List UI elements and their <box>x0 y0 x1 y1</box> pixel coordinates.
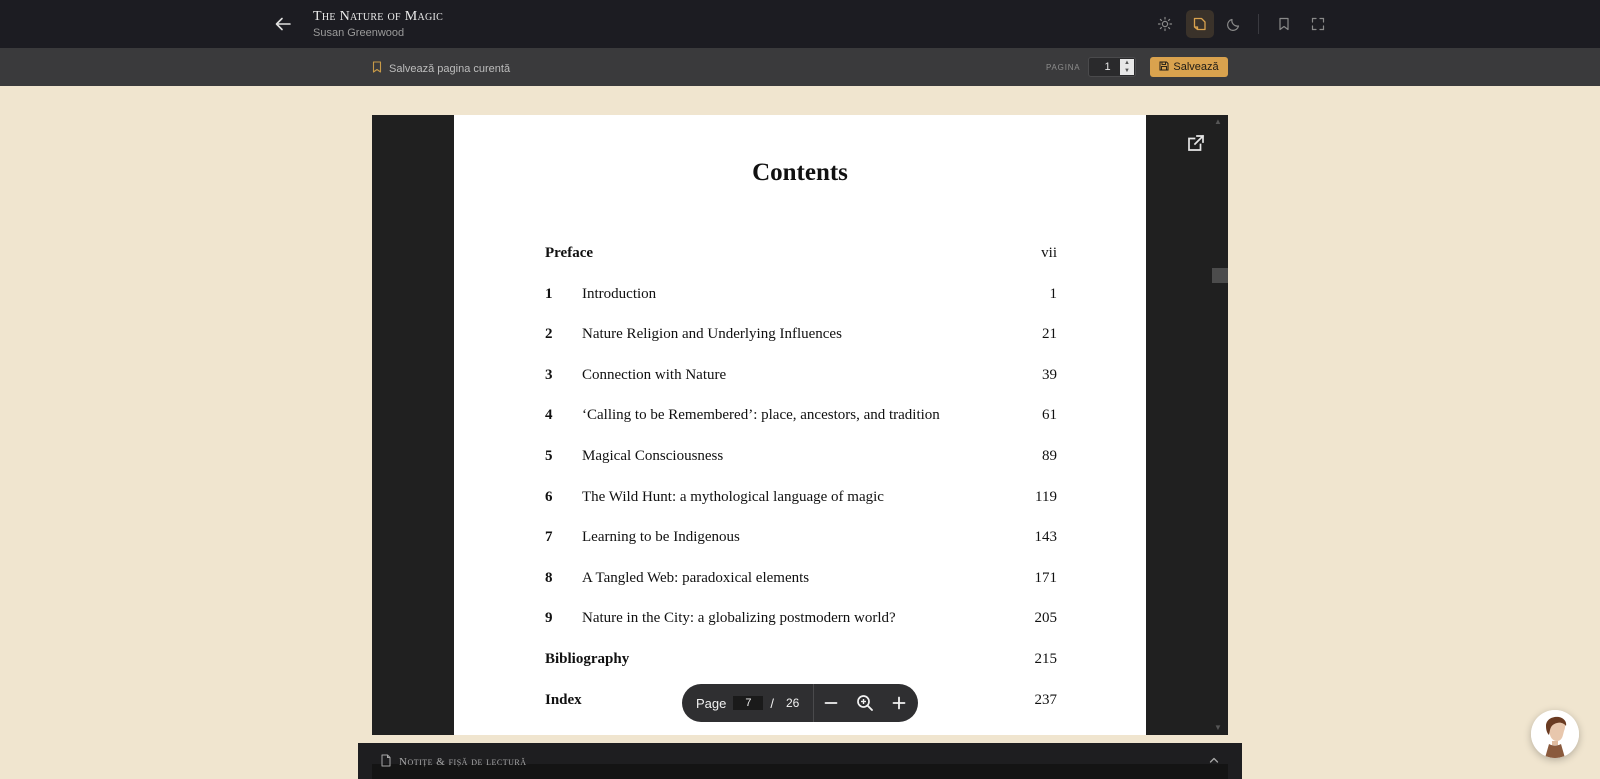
fullscreen-icon[interactable] <box>1304 10 1332 38</box>
bookmark-icon <box>372 60 382 78</box>
toc-page: 205 <box>1034 610 1058 626</box>
pdf-viewer[interactable]: Contents Preface vii 1 Introduction 1 2 … <box>372 115 1228 735</box>
save-button-label: Salvează <box>1173 61 1219 73</box>
toc-row: 6 The Wild Hunt: a mythological language… <box>454 489 1146 513</box>
save-bar: Salvează pagina curentă PAGINA 1 ▲ ▼ Sal… <box>0 48 1600 86</box>
stepper-up-icon[interactable]: ▲ <box>1120 59 1134 67</box>
toc-row: 3 Connection with Nature 39 <box>454 367 1146 391</box>
notes-panel-bar[interactable]: Notițe & fișă de lectură <box>358 743 1242 779</box>
open-external-icon[interactable] <box>1186 133 1206 153</box>
toc-page: 119 <box>1035 489 1057 505</box>
save-button[interactable]: Salvează <box>1150 57 1228 77</box>
sun-icon[interactable] <box>1151 10 1179 38</box>
notes-toggle[interactable]: Notițe & fișă de lectură <box>380 754 527 770</box>
toc-page: 215 <box>1034 651 1058 667</box>
viewer-scrollbar-thumb[interactable] <box>1212 268 1228 283</box>
stepper-down-icon[interactable]: ▼ <box>1120 67 1134 75</box>
toc-row: 2 Nature Religion and Underlying Influen… <box>454 326 1146 350</box>
toc-row: Bibliography 215 <box>454 651 1146 675</box>
chevron-up-icon[interactable] <box>1208 753 1220 771</box>
toc-number: 8 <box>545 570 553 586</box>
toc-row: 5 Magical Consciousness 89 <box>454 448 1146 472</box>
moon-icon[interactable] <box>1220 10 1248 38</box>
toc-title: Magical Consciousness <box>582 448 724 464</box>
page-navigator: Page 7 / 26 <box>682 684 918 722</box>
toc-row: 9 Nature in the City: a globalizing post… <box>454 610 1146 634</box>
toc-title: Nature Religion and Underlying Influence… <box>582 326 842 342</box>
toc-title: Introduction <box>582 286 657 302</box>
toc-title: ‘Calling to be Remembered’: place, ances… <box>582 407 940 423</box>
scroll-down-icon[interactable]: ▼ <box>1214 723 1222 732</box>
book-mode-icon[interactable] <box>1186 10 1214 38</box>
toc-page: 171 <box>1034 570 1058 586</box>
page-number-input[interactable]: 1 ▲ ▼ <box>1088 57 1136 77</box>
assistant-avatar[interactable] <box>1531 710 1579 758</box>
toc-number: 2 <box>545 326 553 342</box>
toc-row: 1 Introduction 1 <box>454 286 1146 310</box>
toc-title: The Wild Hunt: a mythological language o… <box>582 489 884 505</box>
document-icon <box>380 754 392 770</box>
toc-page: 39 <box>1042 367 1057 383</box>
toc-page: 61 <box>1042 407 1057 423</box>
toc-row: 7 Learning to be Indigenous 143 <box>454 529 1146 553</box>
toc-number: 4 <box>545 407 553 423</box>
scroll-up-icon[interactable]: ▲ <box>1214 117 1222 126</box>
toc-row: Preface vii <box>454 245 1146 269</box>
save-current-page-button[interactable]: Salvează pagina curentă <box>372 60 510 78</box>
toc-page: vii <box>1041 245 1057 261</box>
toc-page: 1 <box>1049 286 1058 302</box>
toc-title: Learning to be Indigenous <box>582 529 740 545</box>
bookmark-icon[interactable] <box>1270 10 1298 38</box>
header-divider <box>1258 14 1259 34</box>
toc-title: Index <box>545 692 582 708</box>
pager-total-pages: 26 <box>786 696 800 710</box>
toc-title: Preface <box>545 245 594 261</box>
notes-label: Notițe & fișă de lectură <box>399 756 527 768</box>
toc-number: 3 <box>545 367 553 383</box>
toc-page: 143 <box>1034 529 1058 545</box>
toc-title: Connection with Nature <box>582 367 727 383</box>
back-arrow-icon[interactable] <box>272 13 294 35</box>
toc-number: 5 <box>545 448 553 464</box>
contents-heading: Contents <box>752 159 848 186</box>
toc-title: Bibliography <box>545 651 630 667</box>
toc-number: 6 <box>545 489 553 505</box>
toc-title: A Tangled Web: paradoxical elements <box>582 570 810 586</box>
floppy-disk-icon <box>1159 61 1169 74</box>
pager-separator: / <box>770 695 774 711</box>
save-current-page-label: Salvează pagina curentă <box>389 63 511 75</box>
document-page: Contents Preface vii 1 Introduction 1 2 … <box>454 115 1146 735</box>
top-header: The Nature of Magic Susan Greenwood <box>0 0 1600 48</box>
toc-title: Nature in the City: a globalizing postmo… <box>582 610 896 626</box>
page-stepper[interactable]: ▲ ▼ <box>1120 59 1134 75</box>
toc-page: 21 <box>1042 326 1057 342</box>
pager-current-page-input[interactable]: 7 <box>733 696 764 710</box>
zoom-out-icon[interactable] <box>814 684 848 722</box>
toc-number: 9 <box>545 610 553 626</box>
toc-row: 8 A Tangled Web: paradoxical elements 17… <box>454 570 1146 594</box>
page-label: PAGINA <box>1046 63 1081 72</box>
pager-label: Page <box>696 695 727 711</box>
zoom-in-icon[interactable] <box>882 684 916 722</box>
toc-number: 1 <box>545 286 553 302</box>
toc-page: 237 <box>1034 692 1058 708</box>
zoom-reset-icon[interactable] <box>848 684 882 722</box>
toc-page: 89 <box>1042 448 1057 464</box>
toc-number: 7 <box>545 529 553 545</box>
page-number-value: 1 <box>1104 61 1111 73</box>
book-author: Susan Greenwood <box>313 27 405 39</box>
toc-row: 4 ‘Calling to be Remembered’: place, anc… <box>454 407 1146 431</box>
book-title: The Nature of Magic <box>313 9 444 24</box>
